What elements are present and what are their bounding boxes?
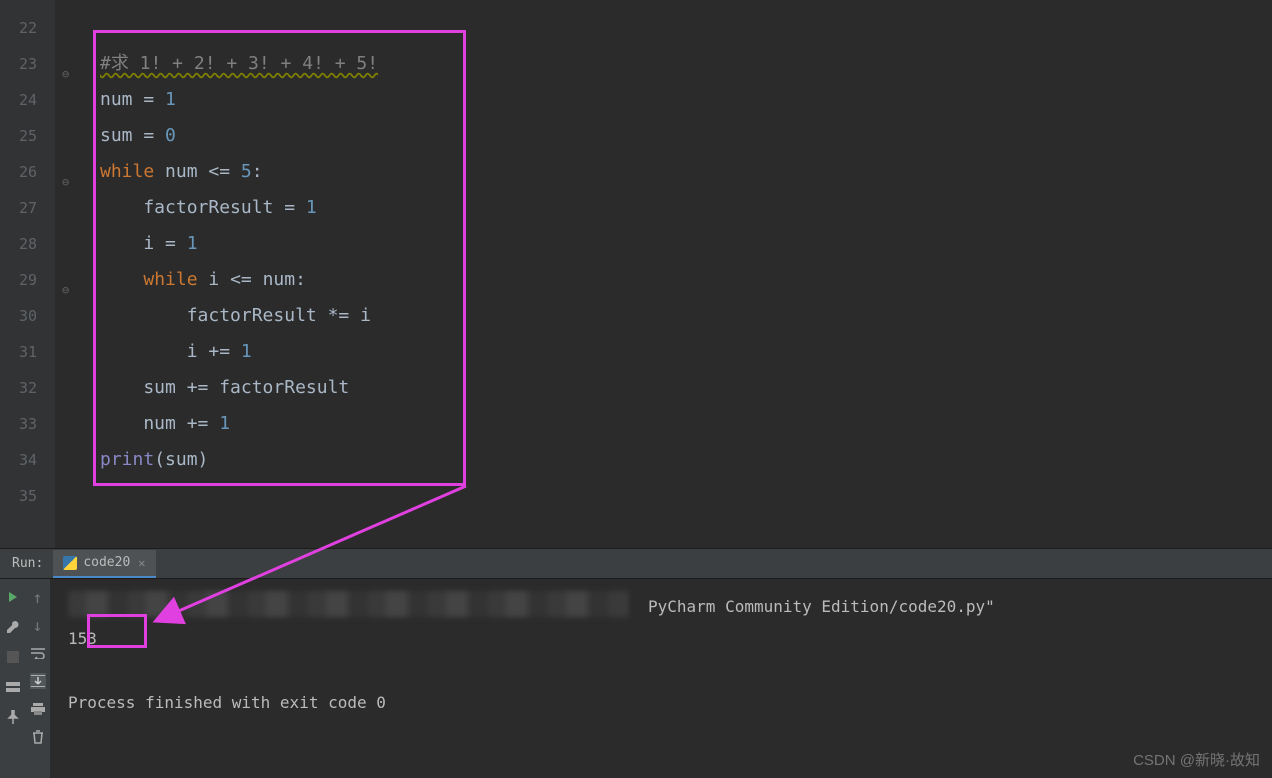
stop-icon[interactable] [5,649,21,665]
close-tab-icon[interactable]: ✕ [138,556,145,570]
run-header: Run: code20 ✕ [0,549,1272,579]
line-number: 35 [0,478,55,514]
line-number: 23 [0,46,55,82]
output-result: 153 [68,623,97,655]
wrench-icon[interactable] [5,619,21,635]
trash-icon[interactable] [30,729,46,745]
run-tab[interactable]: code20 ✕ [53,550,155,578]
code-area[interactable]: ⊖#求 1! + 2! + 3! + 4! + 5! num = 1 sum =… [55,0,1272,548]
line-number: 27 [0,190,55,226]
line-number-gutter: 22 23 24 25 26 27 28 29 30 31 32 33 34 3… [0,0,55,548]
run-path-text: PyCharm Community Edition/code20.py" [648,591,995,623]
line-number: 28 [0,226,55,262]
exit-code-line: Process finished with exit code 0 [68,687,1254,719]
line-number: 31 [0,334,55,370]
pin-icon[interactable] [5,709,21,725]
line-number: 30 [0,298,55,334]
run-panel: Run: code20 ✕ ↑ ↓ PyCharm Community Edit… [0,548,1272,778]
line-number: 29 [0,262,55,298]
run-tab-label: code20 [83,555,130,570]
line-number: 24 [0,82,55,118]
watermark: CSDN @新晓·故知 [1133,749,1260,770]
console-output[interactable]: PyCharm Community Edition/code20.py" 153… [50,579,1272,778]
up-arrow-icon[interactable]: ↑ [30,589,46,605]
run-toolbar-nav: ↑ ↓ [25,579,50,778]
line-number: 32 [0,370,55,406]
scroll-to-end-icon[interactable] [30,673,46,689]
line-number: 33 [0,406,55,442]
run-label: Run: [12,556,43,571]
python-file-icon [63,556,77,570]
line-number: 26 [0,154,55,190]
line-number: 25 [0,118,55,154]
editor-pane: 22 23 24 25 26 27 28 29 30 31 32 33 34 3… [0,0,1272,548]
fold-marker-icon[interactable]: ⊖ [62,272,72,288]
down-arrow-icon[interactable]: ↓ [30,617,46,633]
fold-marker-icon[interactable]: ⊖ [62,164,72,180]
code-comment: #求 1! + 2! + 3! + 4! + 5! [100,53,378,74]
soft-wrap-icon[interactable] [30,645,46,661]
run-toolbar-left [0,579,25,778]
line-number: 22 [0,10,55,46]
print-icon[interactable] [30,701,46,717]
blurred-path [68,591,628,617]
line-number: 34 [0,442,55,478]
rerun-icon[interactable] [5,589,21,605]
fold-marker-icon[interactable]: ⊖ [62,56,72,72]
layout-icon[interactable] [5,679,21,695]
